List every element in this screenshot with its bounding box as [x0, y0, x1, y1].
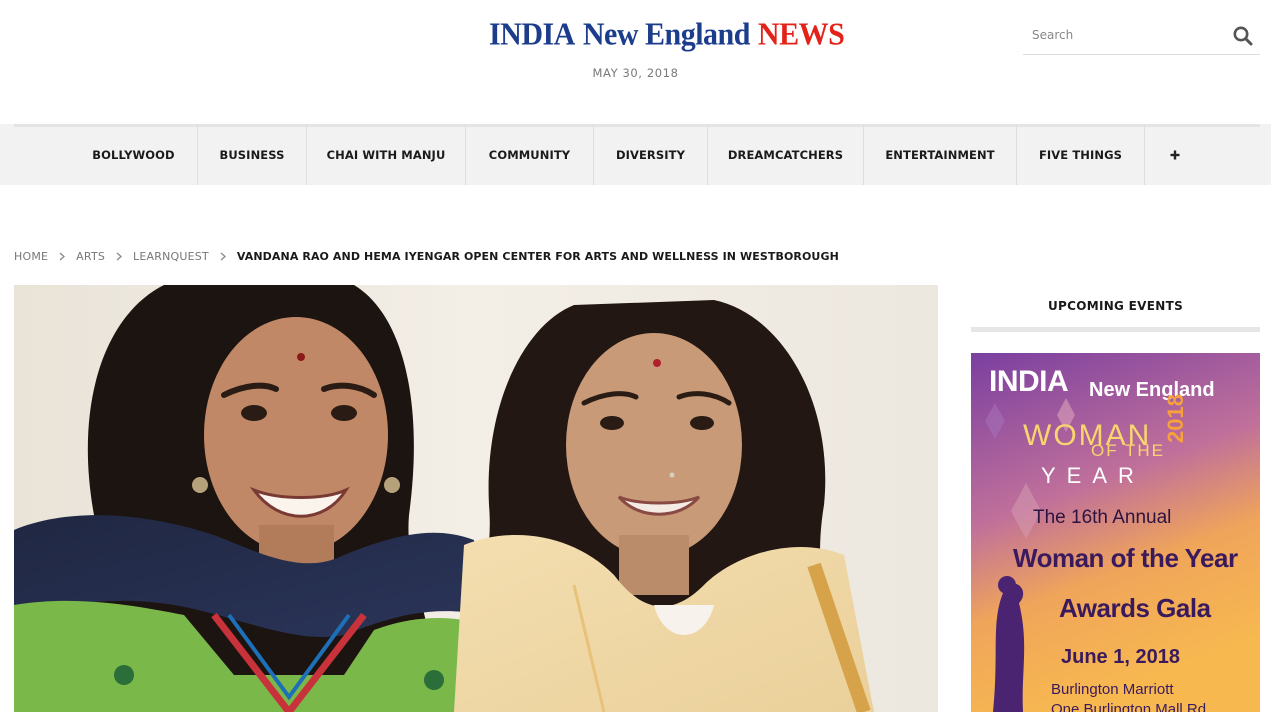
ad-year-number: 2018: [1163, 394, 1188, 443]
breadcrumb-learnquest[interactable]: LEARNQUEST: [133, 250, 209, 263]
search-icon[interactable]: [1232, 25, 1254, 47]
logo-new-england: New England: [582, 17, 751, 52]
nav-item-business[interactable]: BUSINESS: [198, 124, 306, 185]
nav-item-chai-with-manju[interactable]: CHAI WITH MANJU: [307, 124, 465, 185]
search-box: [1023, 18, 1260, 55]
ad-headline-2: Awards Gala: [1059, 593, 1211, 623]
sidebar-title-underline: [971, 327, 1260, 332]
ad-date: June 1, 2018: [1061, 646, 1180, 668]
breadcrumb-current-article: VANDANA RAO AND HEMA IYENGAR OPEN CENTER…: [236, 249, 839, 263]
plus-icon[interactable]: [1145, 124, 1205, 185]
nav-item-dreamcatchers[interactable]: DREAMCATCHERS: [708, 124, 863, 185]
ad-annual: The 16th Annual: [1033, 507, 1172, 528]
nav-item-five-things[interactable]: FIVE THINGS: [1017, 124, 1144, 185]
sidebar-title: UPCOMING EVENTS: [1047, 299, 1184, 313]
logo-news: NEWS: [757, 17, 845, 52]
logo-india: INDIA: [489, 17, 575, 52]
header-date: MAY 30, 2018: [592, 66, 679, 80]
breadcrumb-home[interactable]: HOME: [14, 250, 48, 263]
nav-item-bollywood[interactable]: BOLLYWOOD: [70, 124, 197, 185]
breadcrumb-arts[interactable]: ARTS: [76, 250, 105, 263]
ad-venue-1: Burlington Marriott: [1051, 681, 1174, 698]
article-featured-image: [14, 285, 938, 712]
main-nav: BOLLYWOOD BUSINESS CHAI WITH MANJU COMMU…: [0, 124, 1271, 185]
search-input[interactable]: [1023, 18, 1223, 52]
ad-brand-india: INDIA: [989, 365, 1069, 398]
breadcrumb: HOME ARTS LEARNQUEST VANDANA RAO AND HEM…: [14, 249, 839, 263]
chevron-right-icon: [116, 252, 123, 261]
ad-headline-1: Woman of the Year: [1013, 543, 1238, 573]
nav-item-diversity[interactable]: DIVERSITY: [594, 124, 707, 185]
event-ad-banner[interactable]: INDIA New England WOMAN OF THE YEAR 2018…: [971, 353, 1260, 712]
chevron-right-icon: [220, 252, 226, 261]
ad-of-the: OF THE: [1091, 441, 1166, 460]
chevron-right-icon: [59, 252, 66, 261]
ad-year: YEAR: [1041, 463, 1145, 488]
nav-item-community[interactable]: COMMUNITY: [466, 124, 593, 185]
ad-brand-new-england: New England: [1089, 379, 1215, 401]
site-logo[interactable]: INDIA New England NEWS: [489, 17, 845, 55]
nav-item-entertainment[interactable]: ENTERTAINMENT: [864, 124, 1016, 185]
ad-venue-2: One Burlington Mall Rd: [1051, 701, 1207, 712]
